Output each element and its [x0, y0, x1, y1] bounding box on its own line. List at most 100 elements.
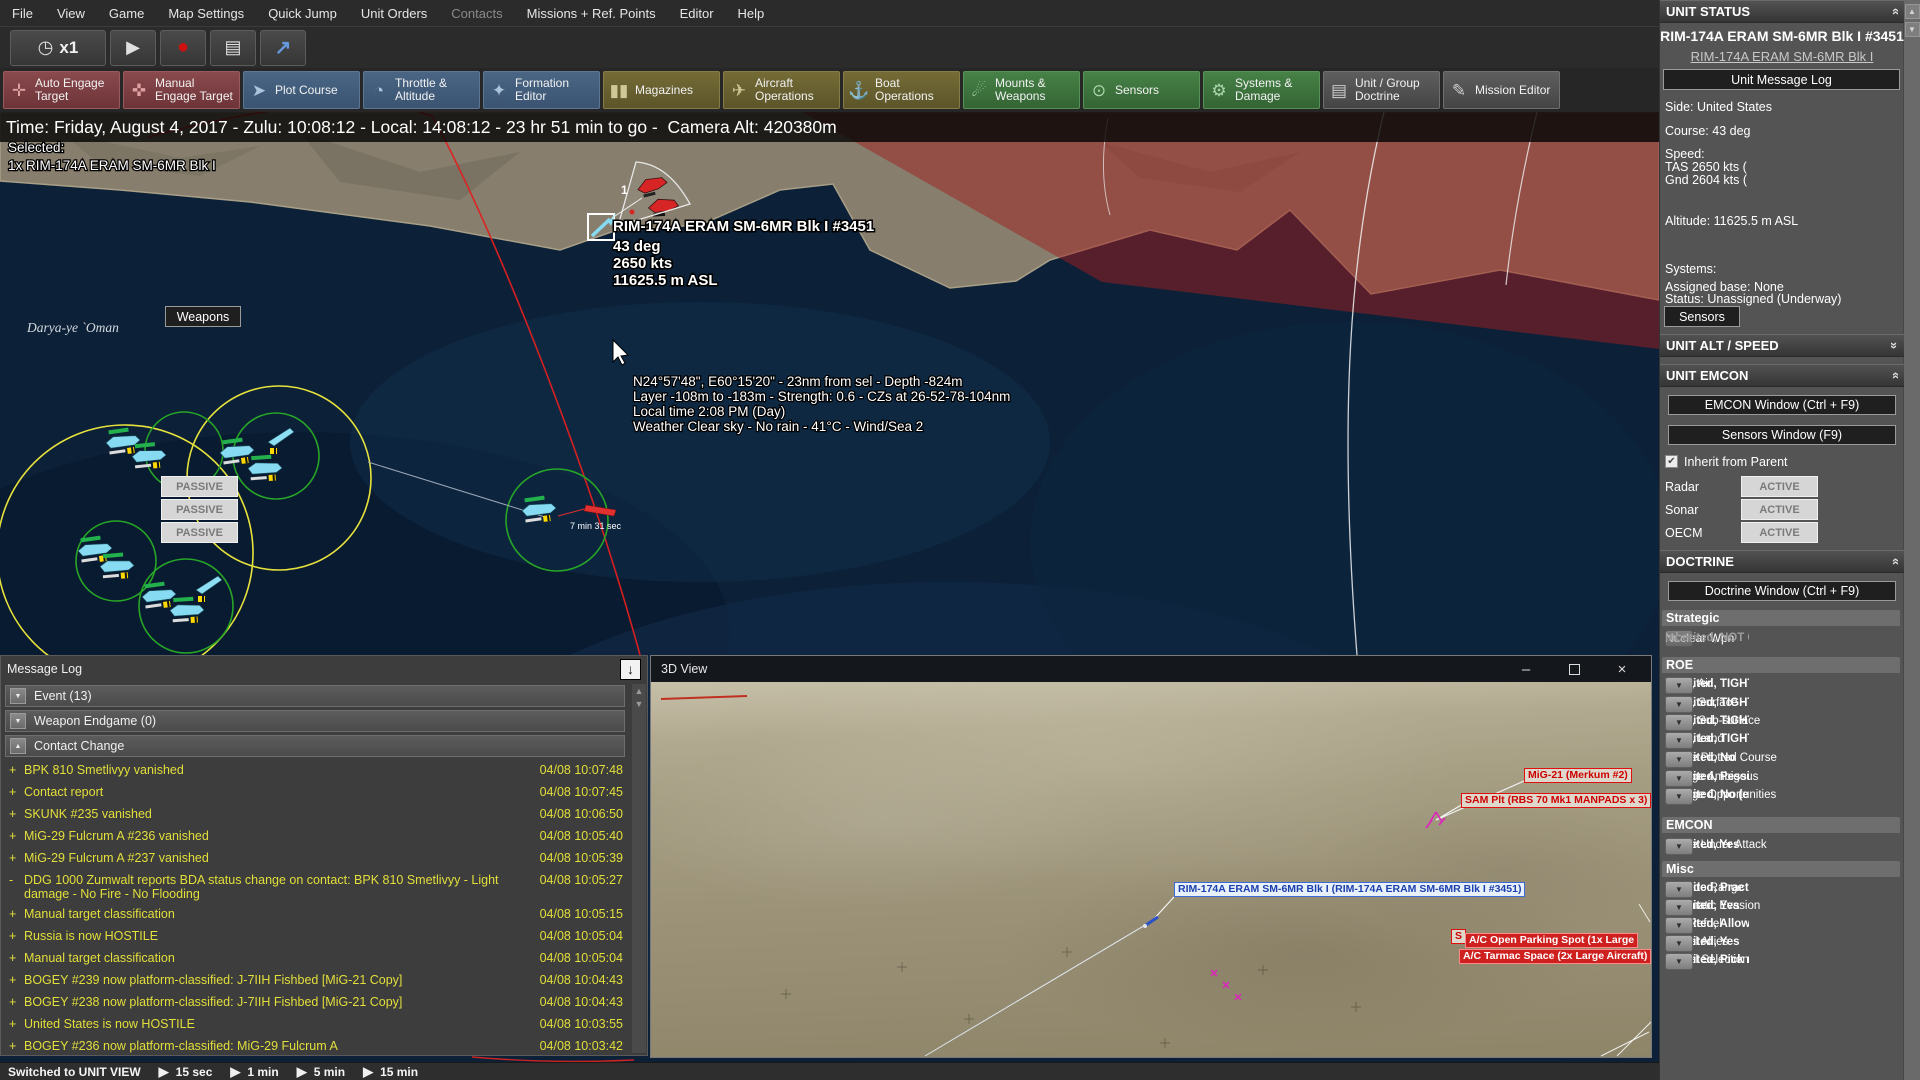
log-entry[interactable]: - DDG 1000 Zumwalt reports BDA status cha… — [1, 870, 647, 904]
menu-editor[interactable]: Editor — [680, 6, 714, 21]
tarmac-space-label[interactable]: A/C Tarmac Space (2x Large Aircraft) — [1459, 949, 1651, 964]
expand-toggle[interactable]: + — [9, 995, 24, 1009]
scroll-up-icon[interactable]: ▲ — [1904, 4, 1920, 19]
doctrine-window-button[interactable]: Doctrine Window (Ctrl + F9) — [1668, 581, 1896, 601]
torpedo-range-dropdown[interactable]: ▼ — [1665, 881, 1693, 898]
log-group-contact-change[interactable]: ▲ Contact Change — [5, 735, 625, 757]
step-1min[interactable]: 1 min — [247, 1065, 278, 1079]
maximize-button[interactable] — [1559, 656, 1589, 682]
record-button[interactable]: ● — [160, 29, 206, 66]
expand-toggle[interactable]: + — [9, 1017, 24, 1031]
menu-unit-orders[interactable]: Unit Orders — [361, 6, 427, 21]
systems-damage-button[interactable]: ⚙ Systems & Damage — [1203, 71, 1320, 109]
ignore-under-attack-dropdown[interactable]: ▼ — [1665, 838, 1693, 855]
expand-toggle[interactable]: + — [9, 807, 24, 821]
play-1min-icon[interactable]: ▶ — [230, 1064, 240, 1080]
play-15min-icon[interactable]: ▶ — [363, 1064, 373, 1080]
play-button[interactable]: ▶ — [110, 29, 156, 66]
step-15min[interactable]: 15 min — [380, 1065, 418, 1079]
message-log-scrollbar[interactable]: ▲ ▼ — [632, 684, 646, 1053]
oecm-passive-toggle[interactable]: PASSIVE — [161, 522, 238, 543]
expand-toggle[interactable]: + — [9, 829, 24, 843]
emcon-window-button[interactable]: EMCON Window (Ctrl + F9) — [1668, 395, 1896, 415]
mig21-label[interactable]: MiG-21 (Merkum #2) — [1524, 768, 1632, 783]
collapse-icon[interactable]: ▼ — [10, 688, 26, 704]
formation-editor-button[interactable]: ✦ Formation Editor — [483, 71, 600, 109]
doctrine-header[interactable]: DOCTRINE » — [1660, 550, 1904, 573]
expand-toggle[interactable]: + — [9, 907, 24, 921]
manual-engage-target-button[interactable]: ✜ Manual Engage Target — [123, 71, 240, 109]
sensors-button[interactable]: ⊙ Sensors — [1083, 71, 1200, 109]
log-entry[interactable]: + Contact report 04/08 10:07:45 — [1, 782, 647, 804]
unit-class-link[interactable]: RIM-174A ERAM SM-6MR Blk I — [1660, 49, 1904, 64]
wcs-land-dropdown[interactable]: ▼ — [1665, 732, 1693, 749]
sonar-passive-toggle[interactable]: PASSIVE — [161, 499, 238, 520]
engage-ambigous-dropdown[interactable]: ▼ — [1665, 770, 1693, 787]
log-entry[interactable]: + United States is now HOSTILE 04/08 10:03… — [1, 1014, 647, 1036]
menu-map-settings[interactable]: Map Settings — [168, 6, 244, 21]
wcs-surface-dropdown[interactable]: ▼ — [1665, 696, 1693, 713]
unit-alt-speed-header[interactable]: UNIT ALT / SPEED » — [1660, 334, 1904, 357]
aircraft-operations-button[interactable]: ✈ Aircraft Operations — [723, 71, 840, 109]
map-layers-button[interactable]: ▤ — [210, 29, 256, 66]
quick-jump-button[interactable]: ↗ — [260, 29, 306, 66]
expand-toggle[interactable]: + — [9, 851, 24, 865]
ignore-plotted-dropdown[interactable]: ▼ — [1665, 751, 1693, 768]
log-entry[interactable]: + BOGEY #238 now platform-classified: J-7… — [1, 992, 647, 1014]
boat-operations-button[interactable]: ⚓ Boat Operations — [843, 71, 960, 109]
time-compression-button[interactable]: ◷ x1 — [10, 29, 106, 66]
expand-toggle[interactable]: + — [9, 973, 24, 987]
sidebar-scrollbar[interactable]: ▲ ▼ — [1903, 0, 1920, 1080]
selected-missile-label[interactable]: RIM-174A ERAM SM-6MR Blk I (RIM-174A ERA… — [1174, 882, 1526, 897]
log-entry[interactable]: + SKUNK #235 vanished 04/08 10:06:50 — [1, 804, 647, 826]
step-15sec[interactable]: 15 sec — [176, 1065, 213, 1079]
use-refuel-dropdown[interactable]: ▼ — [1665, 917, 1693, 934]
unit-status-header[interactable]: UNIT STATUS » — [1660, 0, 1904, 23]
scroll-down-icon[interactable]: ▼ — [635, 699, 644, 709]
collapse-icon[interactable]: ▲ — [10, 738, 26, 754]
throttle-altitude-button[interactable]: ◔ Throttle & Altitude — [363, 71, 480, 109]
radar-active-toggle[interactable]: ACTIVE — [1741, 476, 1818, 497]
log-entry[interactable]: + Russia is now HOSTILE 04/08 10:05:04 — [1, 926, 647, 948]
wcs-air-dropdown[interactable]: ▼ — [1665, 677, 1693, 694]
step-5min[interactable]: 5 min — [314, 1065, 345, 1079]
expand-toggle[interactable]: + — [9, 763, 24, 777]
log-entry[interactable]: + BOGEY #236 now platform-classified: MiG… — [1, 1036, 647, 1058]
expand-toggle[interactable]: + — [9, 1039, 24, 1053]
log-entry[interactable]: + BPK 810 Smetlivyy vanished 04/08 10:07:4… — [1, 760, 647, 782]
unit-emcon-header[interactable]: UNIT EMCON » — [1660, 364, 1904, 387]
menu-quick-jump[interactable]: Quick Jump — [268, 6, 337, 21]
plot-course-button[interactable]: ➤ Plot Course — [243, 71, 360, 109]
log-entry[interactable]: + MiG-29 Fulcrum A #236 vanished 04/08 10:… — [1, 826, 647, 848]
mission-editor-button[interactable]: ✎ Mission Editor — [1443, 71, 1560, 109]
3d-view-content[interactable]: MiG-21 (Merkum #2) SAM Plt (RBS 70 Mk1 M… — [651, 682, 1651, 1057]
log-entry[interactable]: + Manual target classification 04/08 10:05… — [1, 948, 647, 970]
sonar-active-toggle[interactable]: ACTIVE — [1741, 499, 1818, 520]
auto-engage-target-button[interactable]: ✛ Auto Engage Target — [3, 71, 120, 109]
menu-view[interactable]: View — [57, 6, 85, 21]
play-5min-icon[interactable]: ▶ — [297, 1064, 307, 1080]
sensors-window-button[interactable]: Sensors Window (F9) — [1668, 425, 1896, 445]
log-entry[interactable]: + BOGEY #239 now platform-classified: J-7… — [1, 970, 647, 992]
minimize-button[interactable]: – — [1511, 656, 1541, 682]
radar-passive-toggle[interactable]: PASSIVE — [161, 476, 238, 497]
scroll-down-icon[interactable]: ▼ — [1904, 22, 1920, 37]
log-entry[interactable]: + Manual target classification 04/08 10:05… — [1, 904, 647, 926]
wcs-subsurface-dropdown[interactable]: ▼ — [1665, 714, 1693, 731]
expand-toggle[interactable]: - — [9, 873, 24, 887]
sensors-list-button[interactable]: Sensors — [1664, 306, 1740, 327]
unit-group-doctrine-button[interactable]: ▤ Unit / Group Doctrine — [1323, 71, 1440, 109]
sam-platoon-label[interactable]: SAM Plt (RBS 70 Mk1 MANPADS x 3) — [1461, 793, 1651, 808]
parking-spot-label[interactable]: A/C Open Parking Spot (1x Large — [1465, 933, 1639, 948]
refuel-selection-dropdown[interactable]: ▼ — [1665, 953, 1693, 970]
weapons-list-button[interactable]: Weapons — [165, 306, 241, 327]
engage-opportunities-dropdown[interactable]: ▼ — [1665, 788, 1693, 805]
expand-toggle[interactable]: + — [9, 785, 24, 799]
mounts-weapons-button[interactable]: ☄ Mounts & Weapons — [963, 71, 1080, 109]
menu-missions-ref-points[interactable]: Missions + Ref. Points — [527, 6, 656, 21]
collapse-icon[interactable]: ▼ — [10, 713, 26, 729]
unit-message-log-button[interactable]: Unit Message Log — [1663, 69, 1900, 90]
inherit-checkbox[interactable]: ✔ — [1665, 455, 1678, 468]
play-15sec-icon[interactable]: ▶ — [159, 1064, 169, 1080]
menu-game[interactable]: Game — [109, 6, 144, 21]
